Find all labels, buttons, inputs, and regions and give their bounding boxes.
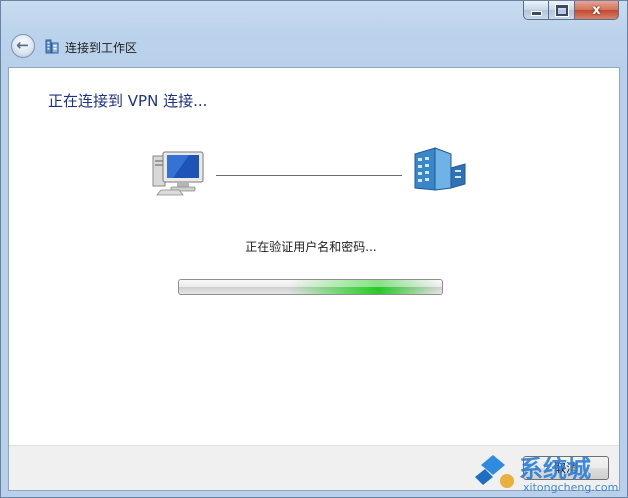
caption-buttons: x (523, 1, 619, 21)
minimize-button[interactable] (523, 1, 549, 20)
maximize-button[interactable] (549, 1, 575, 20)
content-panel: 正在连接到 VPN 连接... 正在验证用户名和密码... 取消 (8, 67, 620, 491)
server-icon (414, 147, 466, 191)
progress-bar (178, 279, 443, 295)
watermark-logo: 系统城 xitongcheng.com (475, 455, 618, 494)
progress-shine (179, 280, 442, 287)
close-button[interactable]: x (575, 1, 619, 20)
window-title: 连接到工作区 (65, 41, 138, 55)
vpn-connect-window: x ← 连接到工作区 正在连接到 VPN 连接... 正在验证用户名和密码...… (0, 0, 628, 498)
page-heading: 正在连接到 VPN 连接... (48, 92, 208, 110)
minimize-icon (530, 10, 542, 16)
computer-icon (152, 151, 204, 196)
workplace-network-icon (45, 39, 59, 54)
maximize-icon (554, 3, 569, 17)
back-button[interactable]: ← (11, 34, 35, 58)
status-text: 正在验证用户名和密码... (245, 240, 377, 254)
connection-line (216, 175, 402, 176)
svg-text:系统城: 系统城 (519, 455, 591, 483)
back-arrow-icon: ← (16, 36, 29, 54)
svg-text:xitongcheng.com: xitongcheng.com (523, 481, 618, 494)
close-icon: x (592, 2, 601, 18)
